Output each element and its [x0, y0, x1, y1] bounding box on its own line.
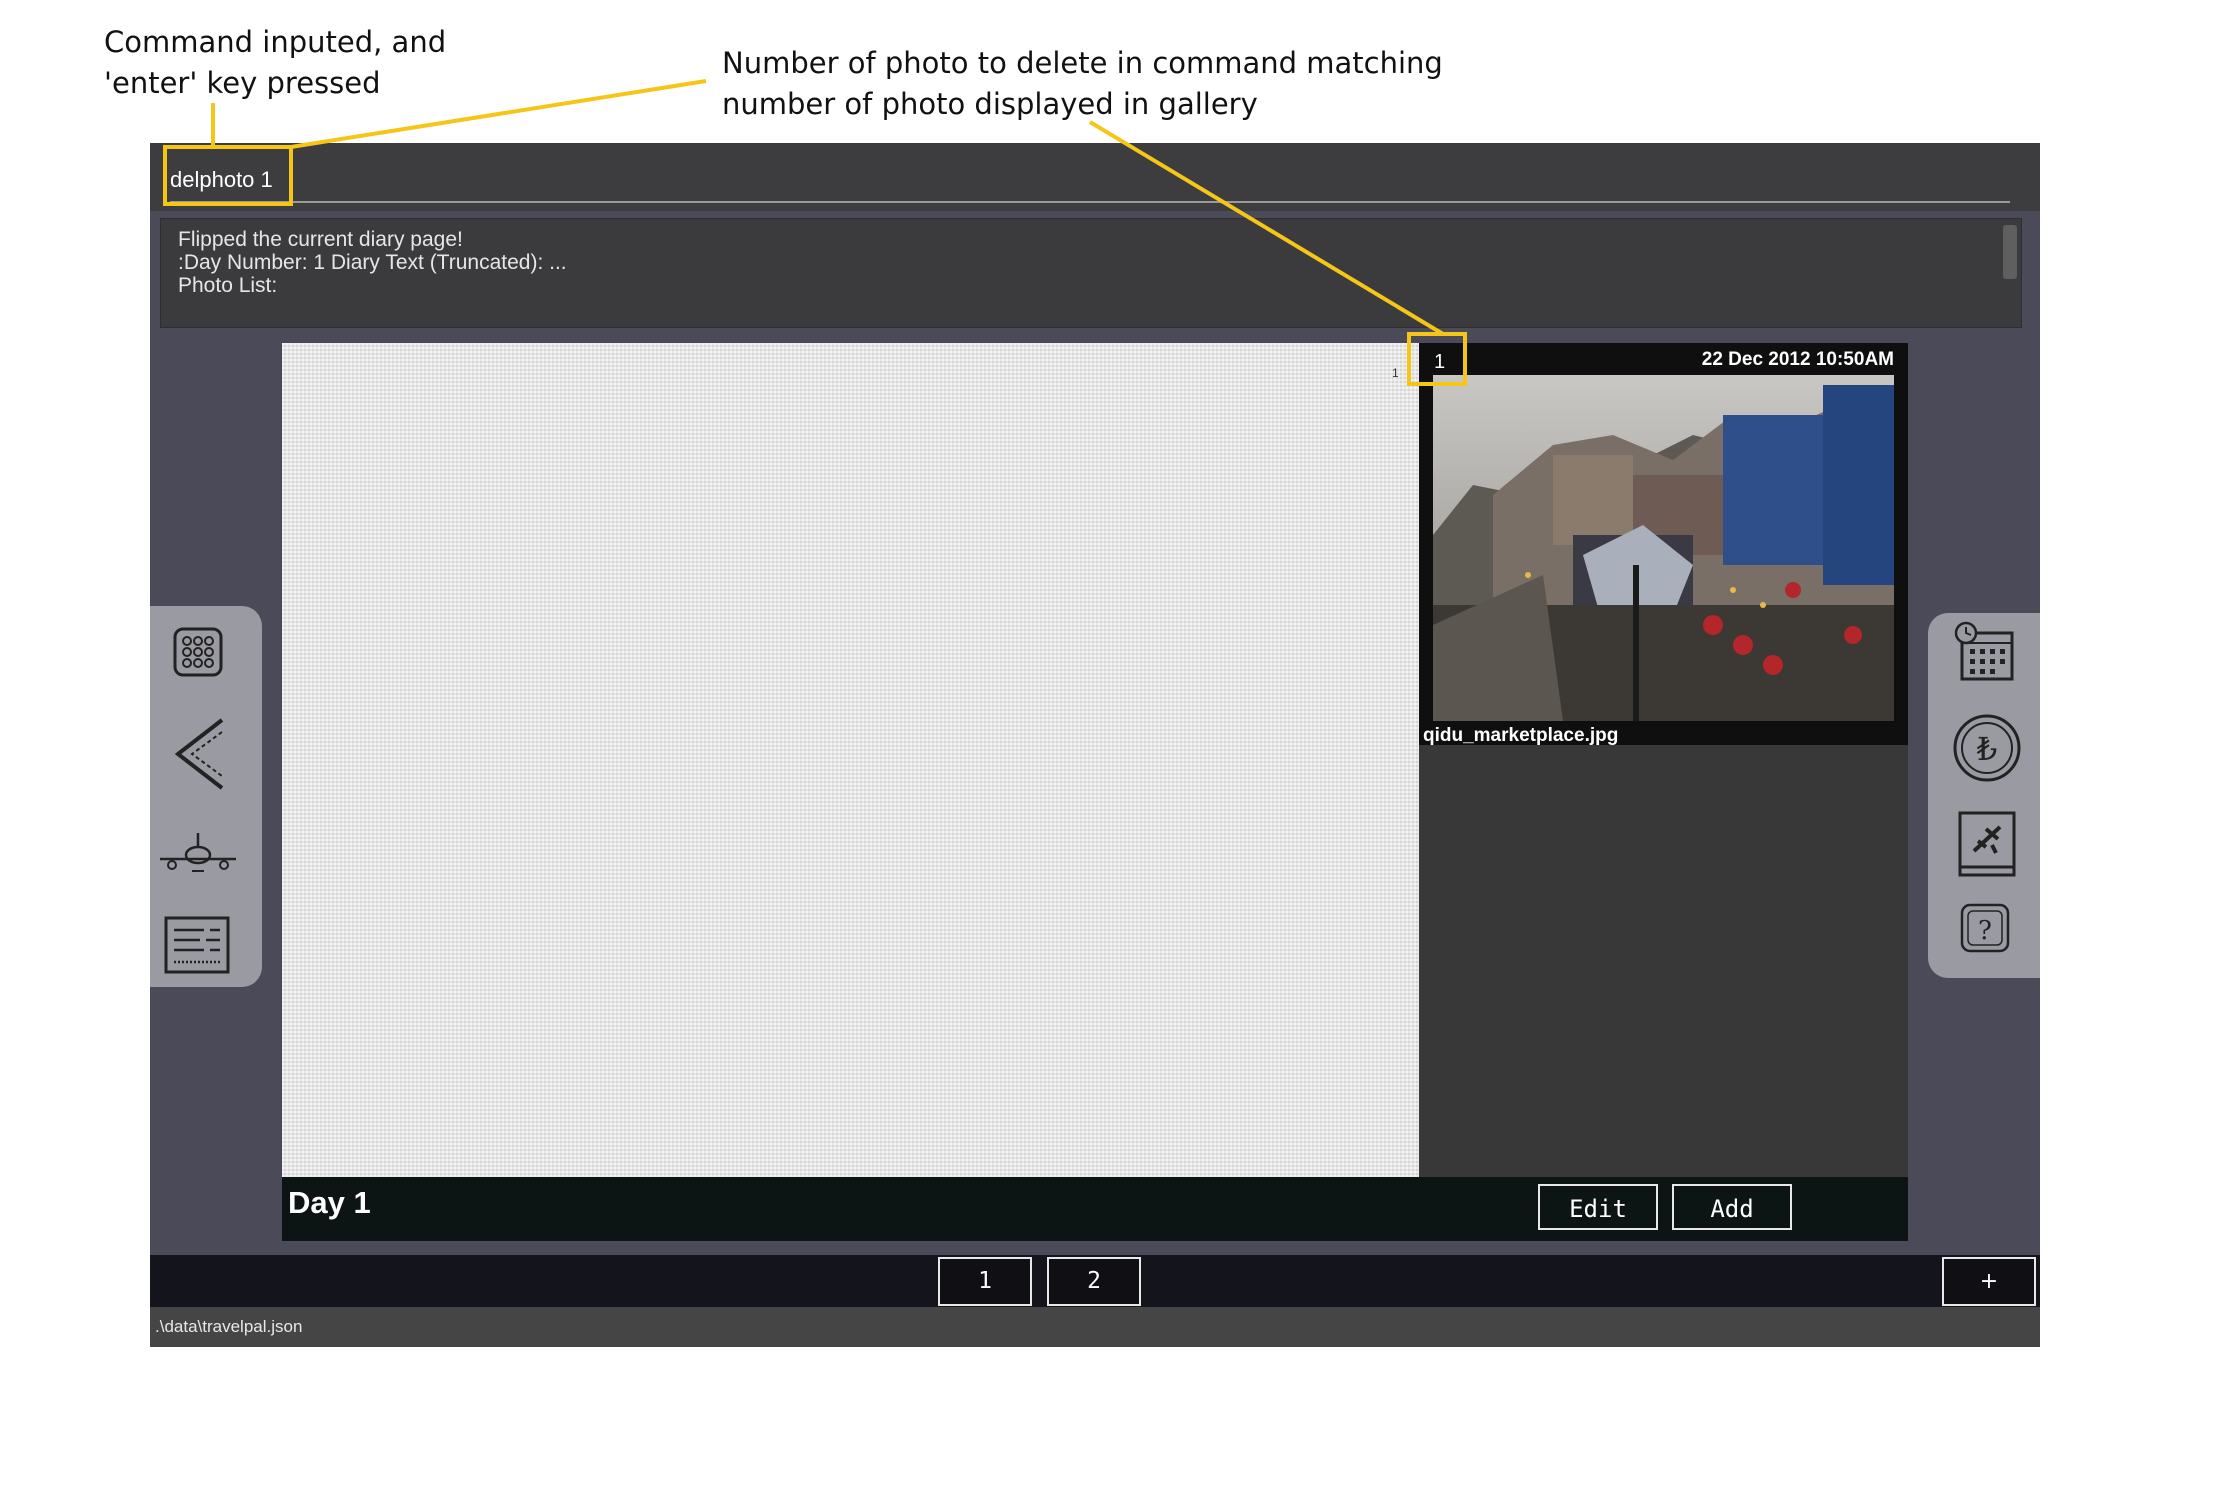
save-file-path: .\data\travelpal.json: [155, 1317, 303, 1336]
diary-page-footer: Day 1 Edit Add: [282, 1177, 1908, 1241]
photo-date: 22 Dec 2012 10:50AM: [1701, 349, 1894, 370]
result-line: Flipped the current diary page!: [178, 228, 463, 251]
command-input[interactable]: [170, 165, 2010, 203]
photo-index: 1: [1434, 351, 1446, 373]
add-page-button[interactable]: +: [1942, 1257, 2036, 1306]
svg-text:₺: ₺: [1976, 730, 1997, 768]
svg-text:?: ?: [1978, 916, 1992, 946]
command-bar: [150, 143, 2040, 211]
add-button[interactable]: Add: [1672, 1184, 1792, 1230]
right-nav-panel: ₺ ?: [1928, 613, 2040, 978]
result-line: :Day Number: 1 Diary Text (Truncated): .…: [178, 251, 567, 274]
photo-gallery: 1 22 Dec 2012 10:50AM qidu_marketplace.j…: [1419, 343, 1908, 1177]
travelpal-window: Flipped the current diary page! :Day Num…: [150, 143, 2040, 1347]
page-tab-1[interactable]: 1: [938, 1257, 1032, 1306]
result-display: Flipped the current diary page! :Day Num…: [160, 218, 2022, 328]
back-arrow-icon[interactable]: [172, 716, 228, 792]
diary-page-paper[interactable]: [282, 343, 1419, 1177]
photo-card[interactable]: 1 22 Dec 2012 10:50AM qidu_marketplace.j…: [1419, 343, 1908, 746]
photo-filename: qidu_marketplace.jpg: [1423, 725, 1619, 746]
status-bar: .\data\travelpal.json: [150, 1307, 2040, 1347]
result-scrollbar[interactable]: [2003, 225, 2017, 279]
day-label: Day 1: [288, 1185, 371, 1220]
document-icon[interactable]: [164, 916, 230, 974]
left-nav-panel: [150, 606, 262, 987]
annotation-photo-number-note: Number of photo to delete in command mat…: [722, 46, 1443, 121]
currency-icon[interactable]: ₺: [1952, 713, 2022, 783]
page-tab-2[interactable]: 2: [1047, 1257, 1141, 1306]
calendar-clock-icon[interactable]: [1954, 621, 2016, 683]
page-number-label: 1: [1392, 366, 1399, 380]
help-icon[interactable]: ?: [1958, 901, 2012, 955]
calendar-grid-icon[interactable]: [172, 626, 224, 678]
travel-book-icon[interactable]: [1956, 809, 2018, 879]
page-tabs-bar: 1 2 +: [150, 1255, 2040, 1307]
annotation-command-note: Command inputed, and 'enter' key pressed: [104, 25, 447, 100]
edit-button[interactable]: Edit: [1538, 1184, 1658, 1230]
airplane-icon[interactable]: [158, 831, 238, 879]
result-line: Photo List:: [178, 274, 278, 297]
photo-image: [1433, 375, 1894, 721]
